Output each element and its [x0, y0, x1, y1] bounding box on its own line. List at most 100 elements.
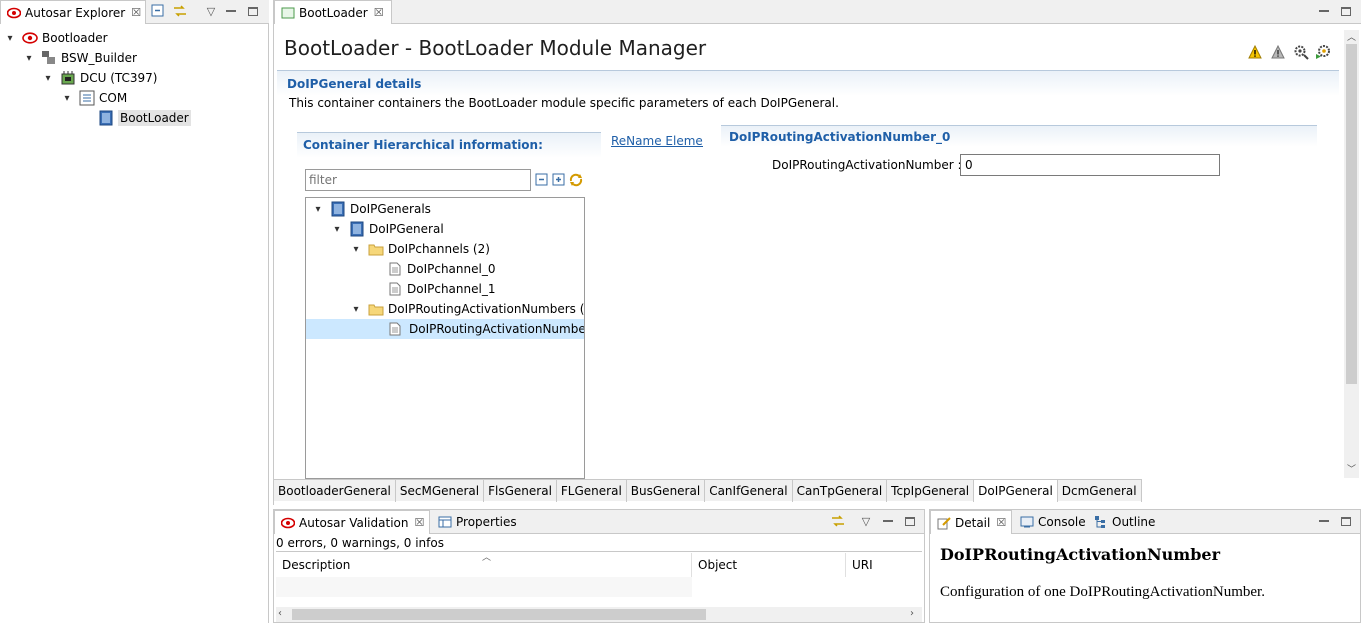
- detail-tabbar: Detail ☒ Console Outline: [930, 510, 1360, 534]
- detail-view: Detail ☒ Console Outline DoIPRoutingActi…: [929, 509, 1361, 623]
- expand-arrow-icon[interactable]: ▾: [4, 32, 16, 44]
- close-icon[interactable]: ☒: [414, 516, 424, 529]
- tree-item-label: DoIPRoutingActivationNumber: [409, 322, 585, 336]
- maximize-icon[interactable]: [1338, 513, 1354, 529]
- tab-autosar-explorer[interactable]: Autosar Explorer ☒: [0, 0, 146, 24]
- pencil-icon: [937, 516, 951, 530]
- horizontal-scrollbar[interactable]: ‹ ›: [276, 607, 922, 622]
- expand-arrow-icon[interactable]: ▾: [350, 243, 362, 255]
- tab-detail[interactable]: Detail ☒: [930, 510, 1012, 534]
- maximize-icon[interactable]: [902, 513, 918, 529]
- page-tab-bootloadergeneral[interactable]: BootloaderGeneral: [274, 480, 396, 502]
- tree-item[interactable]: ▾ DoIPGeneral: [331, 219, 444, 239]
- page-tab-busgeneral[interactable]: BusGeneral: [627, 480, 706, 502]
- ecu-chip-icon: [60, 70, 76, 86]
- close-icon[interactable]: ☒: [996, 516, 1006, 529]
- tab-label: Properties: [456, 515, 517, 529]
- tree-item[interactable]: DoIPRoutingActivationNumber: [369, 319, 585, 339]
- tree-item-label: DoIPchannel_1: [407, 282, 496, 296]
- rename-element-link[interactable]: ReName Elemen: [611, 134, 703, 148]
- page-tab-doipgeneral[interactable]: DoIPGeneral: [974, 480, 1058, 502]
- minimize-icon[interactable]: [223, 3, 239, 19]
- tab-properties[interactable]: Properties: [432, 510, 523, 534]
- collapse-all-icon[interactable]: [150, 3, 166, 19]
- validation-summary: 0 errors, 0 warnings, 0 infos: [276, 536, 444, 550]
- tree-item-label: BootLoader: [118, 110, 191, 126]
- toggle-icon[interactable]: [830, 513, 846, 529]
- page-tab-dcmgeneral[interactable]: DcmGeneral: [1058, 480, 1142, 502]
- file-icon: [387, 321, 403, 337]
- sync-icon[interactable]: [568, 172, 584, 188]
- column-header-object[interactable]: Object: [692, 553, 846, 577]
- tab-outline[interactable]: Outline: [1088, 510, 1161, 534]
- vertical-scrollbar[interactable]: ︿ ﹀: [1344, 30, 1359, 478]
- gear-run-icon[interactable]: [1315, 44, 1331, 60]
- hierarchy-section-header: Container Hierarchical information:: [297, 132, 601, 158]
- filter-input[interactable]: [305, 169, 531, 191]
- warning-gray-icon[interactable]: [1271, 44, 1285, 59]
- view-menu-icon[interactable]: ▽: [203, 3, 219, 19]
- scroll-left-icon[interactable]: ‹: [278, 608, 282, 619]
- validation-table-header: Description Object URI: [276, 553, 922, 577]
- minimize-icon[interactable]: [1316, 513, 1332, 529]
- page-tab-flsgeneral[interactable]: FlsGeneral: [484, 480, 557, 502]
- tree-item[interactable]: ▾ DoIPRoutingActivationNumbers (1: [350, 299, 584, 319]
- scroll-down-icon[interactable]: ﹀: [1344, 462, 1359, 476]
- autosar-project-icon: [22, 30, 38, 46]
- detail-heading: DoIPRoutingActivationNumber: [940, 545, 1220, 564]
- collapse-all-icon[interactable]: [535, 173, 549, 187]
- tab-label: Autosar Validation: [299, 515, 409, 530]
- scroll-up-icon[interactable]: ︿: [1344, 30, 1359, 44]
- tree-item-label: DoIPGenerals: [350, 202, 431, 216]
- maximize-icon[interactable]: [1338, 3, 1354, 19]
- page-tab-tcpipgeneral[interactable]: TcpIpGeneral: [887, 480, 975, 502]
- tree-item[interactable]: BootLoader: [80, 108, 191, 128]
- editor-area: BootLoader ☒ BootLoader - BootLoader Mod…: [273, 0, 1361, 505]
- expand-arrow-icon[interactable]: ▾: [331, 223, 343, 235]
- console-icon: [1020, 515, 1034, 529]
- minimize-icon[interactable]: [880, 513, 896, 529]
- tree-item[interactable]: ▾ BSW_Builder: [23, 48, 137, 68]
- page-tab-flgeneral[interactable]: FLGeneral: [557, 480, 627, 502]
- page-tab-secmgeneral[interactable]: SecMGeneral: [396, 480, 485, 502]
- scroll-thumb[interactable]: [1346, 44, 1357, 384]
- tree-item-label: DCU (TC397): [80, 71, 158, 85]
- tab-autosar-validation[interactable]: Autosar Validation ☒: [274, 510, 430, 534]
- scroll-thumb[interactable]: [292, 609, 706, 620]
- gear-search-icon[interactable]: [1293, 44, 1309, 60]
- section-description: This container containers the BootLoader…: [289, 96, 839, 110]
- tree-item[interactable]: ▾ COM: [61, 88, 127, 108]
- link-with-editor-icon[interactable]: [172, 3, 188, 19]
- tree-item[interactable]: ▾ DoIPGenerals: [312, 199, 431, 219]
- details-section-header: DoIPGeneral details: [277, 70, 1339, 96]
- close-icon[interactable]: ☒: [131, 6, 141, 19]
- tree-item[interactable]: ▾ DoIPchannels (2): [350, 239, 489, 259]
- expand-arrow-icon[interactable]: ▾: [61, 92, 73, 104]
- minimize-icon[interactable]: [1316, 3, 1332, 19]
- editor-tabbar: BootLoader ☒: [274, 0, 1361, 24]
- close-icon[interactable]: ☒: [374, 6, 384, 19]
- expand-arrow-icon[interactable]: ▾: [23, 52, 35, 64]
- page-tab-canifgeneral[interactable]: CanIfGeneral: [705, 480, 793, 502]
- view-menu-icon[interactable]: ▽: [858, 513, 874, 529]
- expand-all-icon[interactable]: [552, 173, 566, 187]
- tree-item[interactable]: ▾ Bootloader: [4, 28, 107, 48]
- warning-icon[interactable]: [1248, 44, 1262, 59]
- tab-label: Detail: [955, 515, 991, 530]
- tree-item[interactable]: DoIPchannel_0: [369, 259, 495, 279]
- expand-arrow-icon[interactable]: ▾: [312, 203, 324, 215]
- column-header-description[interactable]: Description: [276, 553, 692, 577]
- routing-activation-number-input[interactable]: 0: [960, 154, 1220, 176]
- tree-item[interactable]: ▾ DCU (TC397): [42, 68, 158, 88]
- column-header-uri[interactable]: URI: [846, 553, 922, 577]
- expand-arrow-icon[interactable]: ▾: [350, 303, 362, 315]
- tree-item-label: DoIPchannel_0: [407, 262, 496, 276]
- page-tab-cantpgeneral[interactable]: CanTpGeneral: [793, 480, 888, 502]
- expand-arrow-icon[interactable]: ▾: [42, 72, 54, 84]
- tree-item[interactable]: DoIPchannel_1: [369, 279, 495, 299]
- tab-console[interactable]: Console: [1014, 510, 1092, 534]
- scroll-right-icon[interactable]: ›: [910, 608, 914, 619]
- maximize-icon[interactable]: [245, 3, 261, 19]
- tab-bootloader-editor[interactable]: BootLoader ☒: [274, 0, 392, 24]
